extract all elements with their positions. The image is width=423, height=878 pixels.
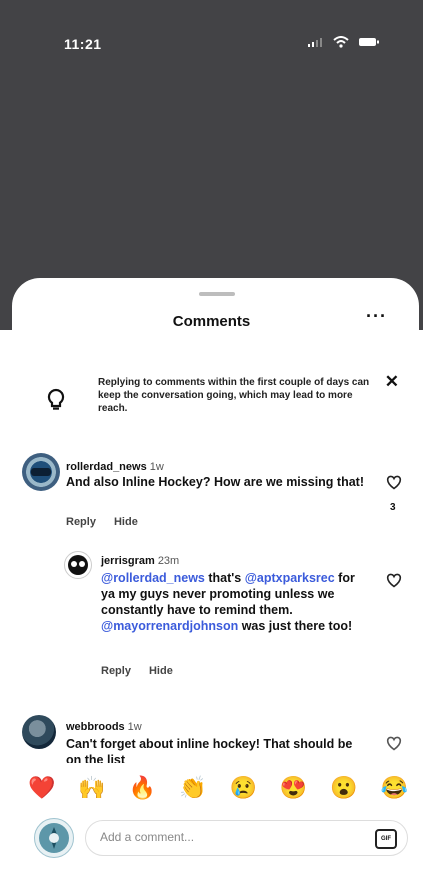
more-options-button[interactable]: ··· xyxy=(366,306,387,327)
close-tip-button[interactable]: ✕ xyxy=(385,372,399,392)
comment-text: And also Inline Hockey? How are we missi… xyxy=(66,475,364,489)
drag-handle[interactable] xyxy=(199,292,235,296)
status-bar: 11:21 xyxy=(0,28,423,58)
comment-header: webbroods 1w xyxy=(66,717,142,735)
signal-icon xyxy=(308,38,322,47)
clapping-hands-emoji-button[interactable]: 👏 xyxy=(179,775,206,801)
avatar[interactable] xyxy=(64,551,92,579)
avatar[interactable] xyxy=(22,453,60,491)
like-heart-icon[interactable] xyxy=(386,475,402,495)
comment-input[interactable]: Add a comment... GIF xyxy=(85,820,408,856)
comment-composer: Add a comment... GIF xyxy=(30,818,410,858)
hide-button[interactable]: Hide xyxy=(149,665,173,677)
comment-username[interactable]: rollerdad_news xyxy=(66,461,147,473)
fire-emoji-button[interactable]: 🔥 xyxy=(129,775,156,801)
comment-username[interactable]: webbroods xyxy=(66,721,125,733)
comment-time: 1w xyxy=(149,461,164,473)
like-count: 3 xyxy=(390,502,396,513)
mention-link[interactable]: @rollerdad_news xyxy=(101,571,205,585)
crying-face-emoji-button[interactable]: 😢 xyxy=(229,775,256,801)
comment-time: 1w xyxy=(127,721,142,733)
comment-username[interactable]: jerrisgram xyxy=(101,555,155,567)
mention-link[interactable]: @aptxparksrec xyxy=(245,571,335,585)
like-heart-icon[interactable] xyxy=(386,573,402,593)
raised-hands-emoji-button[interactable]: 🙌 xyxy=(78,775,105,801)
laughing-face-emoji-button[interactable]: 😂 xyxy=(381,775,408,801)
comment-item: webbroods 1w Can't forget about inline ho… xyxy=(0,705,423,763)
hide-button[interactable]: Hide xyxy=(114,516,138,528)
user-avatar xyxy=(34,818,74,858)
comment-header: rollerdad_news 1w xyxy=(66,457,164,475)
comment-time: 23m xyxy=(157,555,180,567)
mention-link[interactable]: @mayorrenardjohnson xyxy=(101,619,238,633)
comment-actions: Reply Hide xyxy=(101,665,173,677)
emoji-reaction-bar: ❤️ 🙌 🔥 👏 😢 😍 😮 😂 xyxy=(28,775,408,801)
wifi-icon xyxy=(333,36,349,48)
reply-button[interactable]: Reply xyxy=(101,665,131,677)
status-time: 11:21 xyxy=(64,36,102,52)
sheet-title: Comments xyxy=(172,313,251,330)
battery-icon xyxy=(359,38,379,46)
comment-input-placeholder: Add a comment... xyxy=(100,830,195,844)
like-heart-icon[interactable] xyxy=(386,736,402,756)
surprised-face-emoji-button[interactable]: 😮 xyxy=(330,775,357,801)
status-icons xyxy=(307,36,379,48)
reply-button[interactable]: Reply xyxy=(66,516,96,528)
lightbulb-icon xyxy=(46,388,66,417)
comment-text: @rollerdad_news that's @aptxparksrec for… xyxy=(101,571,355,633)
comment-header: jerrisgram 23m xyxy=(101,551,179,569)
tip-text: Replying to comments within the first co… xyxy=(98,377,370,414)
red-heart-emoji-button[interactable]: ❤️ xyxy=(28,775,55,801)
comment-text: Can't forget about inline hockey! That s… xyxy=(66,737,353,763)
heart-eyes-emoji-button[interactable]: 😍 xyxy=(280,775,307,801)
comment-actions: Reply Hide xyxy=(66,516,138,528)
gif-button[interactable]: GIF xyxy=(375,829,397,849)
avatar[interactable] xyxy=(22,715,56,749)
